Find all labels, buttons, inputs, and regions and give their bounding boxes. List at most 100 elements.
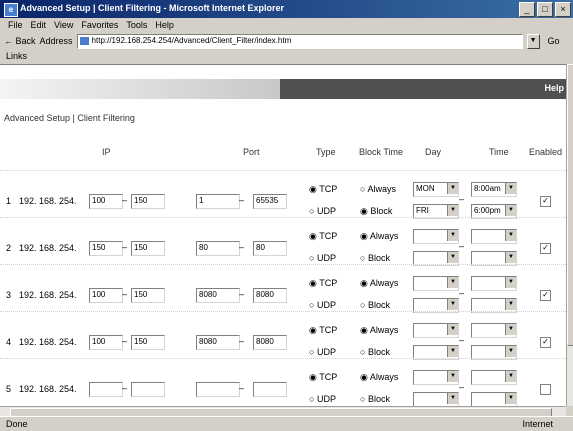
ip-to-input[interactable] <box>131 382 165 397</box>
enabled-checkbox[interactable]: ✓ <box>540 243 551 254</box>
close-button[interactable]: × <box>555 2 571 17</box>
day-from-select[interactable]: ▼ <box>413 370 459 385</box>
ip-from-input[interactable]: 100 <box>89 288 123 303</box>
horizontal-scrollbar[interactable] <box>0 406 566 417</box>
time-to-select[interactable]: ▼ <box>471 392 517 406</box>
address-url: http://192.168.254.254/Advanced/Client_F… <box>91 35 292 45</box>
enabled-checkbox[interactable]: ✓ <box>540 337 551 348</box>
block-block-radio[interactable]: ◉ Block <box>360 206 392 217</box>
port-to-input[interactable]: 65535 <box>253 194 287 209</box>
menu-tools[interactable]: Tools <box>126 20 147 30</box>
menu-edit[interactable]: Edit <box>31 20 47 30</box>
type-tcp-radio[interactable]: ◉ TCP <box>309 278 337 289</box>
ip-from-input[interactable] <box>89 382 123 397</box>
range-dash: – <box>239 336 245 346</box>
menu-view[interactable]: View <box>54 20 73 30</box>
ip-from-input[interactable]: 100 <box>89 335 123 350</box>
links-label[interactable]: Links <box>0 50 573 63</box>
chevron-down-icon: ▼ <box>505 277 516 288</box>
day-from-select[interactable]: MON ▼ <box>413 182 459 197</box>
type-tcp-radio[interactable]: ◉ TCP <box>309 231 337 242</box>
type-tcp-radio[interactable]: ◉ TCP <box>309 325 337 336</box>
block-always-radio[interactable]: ◉ Always <box>360 325 398 336</box>
go-button[interactable]: Go <box>544 36 564 46</box>
type-udp-radio[interactable]: ○ UDP <box>309 253 336 263</box>
day-from-select[interactable]: ▼ <box>413 323 459 338</box>
minimize-button[interactable]: _ <box>519 2 535 17</box>
port-from-input[interactable]: 8080 <box>196 335 240 350</box>
banner-right: Help <box>280 79 566 99</box>
block-block-label: Block <box>367 300 390 310</box>
time-from-select[interactable]: ▼ <box>471 370 517 385</box>
enabled-checkbox[interactable] <box>540 384 551 395</box>
block-always-label: Always <box>369 278 399 288</box>
type-udp-label: UDP <box>316 253 336 263</box>
radio-empty-icon: ○ <box>360 300 366 310</box>
menu-favorites[interactable]: Favorites <box>81 20 118 30</box>
port-from-input[interactable]: 1 <box>196 194 240 209</box>
day-from-select[interactable]: ▼ <box>413 276 459 291</box>
type-udp-radio[interactable]: ○ UDP <box>309 394 336 404</box>
maximize-button[interactable]: □ <box>537 2 553 17</box>
port-to-input[interactable]: 8080 <box>253 288 287 303</box>
ip-from-input[interactable]: 100 <box>89 194 123 209</box>
back-button[interactable]: ← Back <box>4 36 36 46</box>
enabled-checkbox[interactable]: ✓ <box>540 290 551 301</box>
type-tcp-radio[interactable]: ◉ TCP <box>309 184 337 195</box>
ip-to-input[interactable]: 150 <box>131 241 165 256</box>
block-always-radio[interactable]: ◉ Always <box>360 372 398 383</box>
radio-empty-icon: ○ <box>360 253 366 263</box>
block-always-radio[interactable]: ◉ Always <box>360 231 398 242</box>
port-from-input[interactable]: 80 <box>196 241 240 256</box>
day-to-select[interactable]: ▼ <box>413 392 459 406</box>
block-block-label: Block <box>367 347 390 357</box>
type-udp-radio[interactable]: ○ UDP <box>309 206 336 216</box>
block-block-radio[interactable]: ○ Block <box>360 394 390 404</box>
ip-from-input[interactable]: 150 <box>89 241 123 256</box>
port-to-input[interactable]: 80 <box>253 241 287 256</box>
time-from-select[interactable]: ▼ <box>471 229 517 244</box>
ip-to-input[interactable]: 150 <box>131 335 165 350</box>
port-to-input[interactable]: 8080 <box>253 335 287 350</box>
block-always-radio[interactable]: ○ Always <box>360 184 396 194</box>
time-from-select[interactable]: ▼ <box>471 276 517 291</box>
menu-help[interactable]: Help <box>155 20 174 30</box>
row-separator <box>0 264 566 265</box>
type-udp-radio[interactable]: ○ UDP <box>309 347 336 357</box>
help-link[interactable]: Help <box>544 83 564 93</box>
address-dropdown-icon[interactable]: ▼ <box>526 33 540 49</box>
port-from-input[interactable] <box>196 382 240 397</box>
block-block-label: Block <box>367 253 390 263</box>
radio-empty-icon: ○ <box>309 253 315 263</box>
block-block-radio[interactable]: ○ Block <box>360 253 390 263</box>
type-tcp-radio[interactable]: ◉ TCP <box>309 372 337 383</box>
type-tcp-label: TCP <box>319 325 338 335</box>
vertical-scrollbar[interactable] <box>566 64 573 406</box>
row-separator <box>0 358 566 359</box>
chevron-down-icon: ▼ <box>505 205 516 216</box>
port-to-input[interactable] <box>253 382 287 397</box>
block-block-radio[interactable]: ○ Block <box>360 347 390 357</box>
time-from-select[interactable]: 8:00am ▼ <box>471 182 517 197</box>
ip-to-input[interactable]: 150 <box>131 288 165 303</box>
row-separator <box>0 170 566 171</box>
chevron-down-icon: ▼ <box>505 183 516 194</box>
port-from-input[interactable]: 8080 <box>196 288 240 303</box>
menu-file[interactable]: File <box>8 20 23 30</box>
radio-selected-icon: ◉ <box>309 231 317 241</box>
enabled-checkbox[interactable]: ✓ <box>540 196 551 207</box>
page-content: Help Advanced Setup | Client Filtering I… <box>0 64 566 406</box>
block-always-radio[interactable]: ◉ Always <box>360 278 398 289</box>
range-dash: – <box>122 242 128 252</box>
block-block-radio[interactable]: ○ Block <box>360 300 390 310</box>
day-from-select[interactable]: ▼ <box>413 229 459 244</box>
time-from-select[interactable]: ▼ <box>471 323 517 338</box>
type-udp-label: UDP <box>316 394 336 404</box>
chevron-down-icon: ▼ <box>447 183 458 194</box>
ip-to-input[interactable]: 150 <box>131 194 165 209</box>
radio-empty-icon: ○ <box>309 347 315 357</box>
header-ip: IP <box>102 147 111 157</box>
vertical-scroll-thumb[interactable] <box>567 64 573 346</box>
type-udp-radio[interactable]: ○ UDP <box>309 300 336 310</box>
address-input[interactable]: http://192.168.254.254/Advanced/Client_F… <box>76 33 523 49</box>
